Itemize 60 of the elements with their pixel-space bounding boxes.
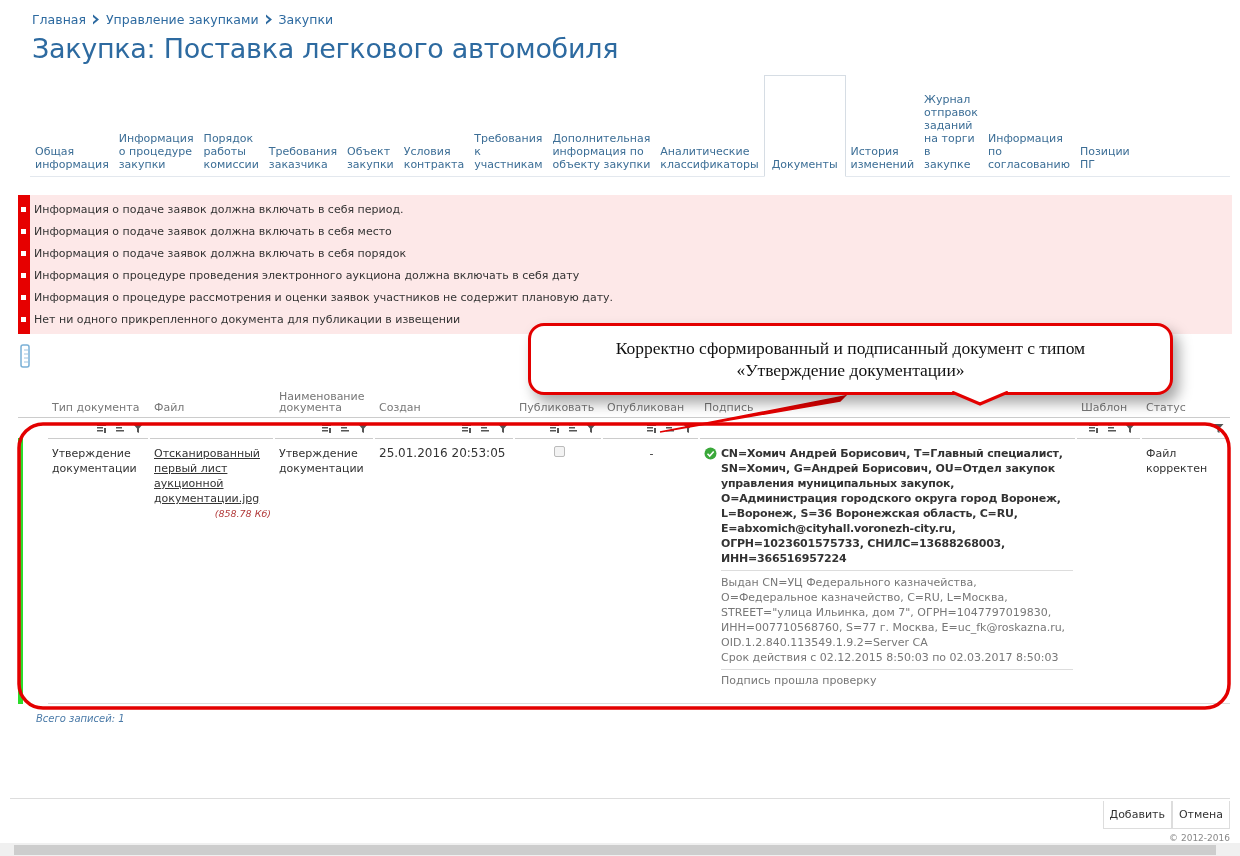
tab[interactable]: Документы: [763, 75, 846, 177]
verification-result: Подпись прошла проверку: [721, 673, 878, 688]
tab[interactable]: Информация по согласованию: [983, 128, 1075, 177]
bullet-icon: [21, 316, 26, 322]
tab[interactable]: Требования к участникам: [469, 128, 548, 177]
copyright-text: © 2012-2016: [1168, 832, 1230, 843]
table-cell: Утверждение документации: [52, 447, 137, 475]
record-count: Всего записей: 1: [35, 712, 126, 724]
bullet-icon: [21, 294, 26, 300]
tab[interactable]: История изменений: [845, 141, 920, 177]
table-cell: -: [649, 447, 654, 460]
tab[interactable]: Требования заказчика: [263, 141, 342, 177]
publish-checkbox[interactable]: [553, 446, 565, 457]
column-header[interactable]: Файл: [154, 402, 185, 413]
table-cell: Утверждение документации: [279, 447, 364, 475]
tab[interactable]: Общая информация: [30, 141, 114, 177]
file-size: (858.78 Кб): [213, 507, 271, 521]
breadcrumb-link[interactable]: Управление закупками: [106, 12, 259, 27]
error-message: Информация о подаче заявок должна включать в себя порядок: [34, 246, 407, 260]
error-message: Нет ни одного прикрепленного документа для публикации в извещении: [34, 312, 461, 326]
bullet-icon: [21, 272, 26, 278]
table-cell: Файл корректен: [1146, 447, 1208, 475]
tab[interactable]: Дополнительная информация по объекту закупки: [547, 128, 656, 177]
bullet-icon: [21, 228, 26, 234]
breadcrumb-link[interactable]: Главная: [32, 12, 86, 27]
error-message: Информация о процедуре рассмотрения и оценки заявок участников не содержит плановую дату.: [34, 290, 614, 304]
column-header[interactable]: Статус: [1146, 402, 1186, 413]
column-header[interactable]: Наименование документа: [279, 391, 373, 413]
tab[interactable]: Условия контракта: [398, 141, 470, 177]
signer-details: CN=Хомич Андрей Борисович, T=Главный специалист, SN=Хомич, G=Андрей Борисович, OU=Отдел закупок управления муниципальных закупок, O=Администрация городского округа город Воронеж, L=Воронеж, S=36 Воронежская область, C=RU, E=abxomich@cityhall.voronezh-city.ru, ОГРН=1023601575733, СНИЛС=13688268003, ИНН=366516957224: [721, 446, 1073, 571]
tab[interactable]: Аналитические классификаторы: [655, 141, 764, 177]
issuer-details: Выдан CN=УЦ Федерального казначейства, O=Федеральное казначейство, C=RU, L=Москва, STREET="улица Ильинка, дом 7", ОГРН=1047797019830, ИНН=007710568760, S=77 г. Москва, E=uc_fk@roskazna.ru, OID.1.2.840.113549.1.9.2=Server CA Срок действия с 02.12.2015 8:50:03 по 02.03.2017 8:50:03: [721, 571, 1073, 670]
action-button[interactable]: Отмена: [1171, 801, 1230, 829]
file-link[interactable]: Отсканированный первый лист аукционной документации.jpg: [154, 446, 271, 506]
tab[interactable]: Информация о процедуре закупки: [113, 128, 199, 177]
breadcrumb-link[interactable]: Закупки: [278, 12, 334, 27]
action-button[interactable]: Добавить: [1102, 801, 1172, 829]
column-header[interactable]: Создан: [379, 402, 421, 413]
bullet-icon: [21, 250, 26, 256]
chevron-icon: [264, 14, 273, 25]
tab[interactable]: Порядок работы комиссии: [198, 128, 264, 177]
callout-text: Корректно сформированный и подписанный документ с типом «Утверждение документации»: [614, 337, 1087, 381]
table-cell: 25.01.2016 20:53:05: [379, 446, 506, 460]
error-message: Информация о процедуре проведения электронного аукциона должна включать в себя дату: [34, 268, 580, 282]
bullet-icon: [21, 206, 26, 212]
error-message: Информация о подаче заявок должна включать в себя место: [34, 224, 392, 238]
horizontal-scrollbar[interactable]: [0, 843, 1240, 856]
column-header[interactable]: Шаблон: [1081, 402, 1128, 413]
tab[interactable]: Журнал отправок заданий на торги в закупке: [919, 89, 983, 177]
error-message: Информация о подаче заявок должна включать в себя период.: [34, 202, 404, 216]
tab[interactable]: Позиции ПГ: [1074, 141, 1135, 177]
column-header[interactable]: Подпись: [704, 402, 754, 413]
filter-icon[interactable]: [1213, 422, 1224, 434]
chevron-icon: [92, 14, 100, 25]
page-title: Закупка: Поставка легкового автомобиля: [32, 33, 620, 64]
tab[interactable]: Объект закупки: [342, 141, 399, 177]
column-header[interactable]: Публиковать: [519, 402, 595, 413]
column-header[interactable]: Тип документа: [52, 402, 140, 413]
column-header[interactable]: Опубликован: [607, 402, 685, 413]
validity-period: Срок действия с 02.12.2015 8:50:03 по 02.03.2017 8:50:03: [721, 650, 1060, 665]
